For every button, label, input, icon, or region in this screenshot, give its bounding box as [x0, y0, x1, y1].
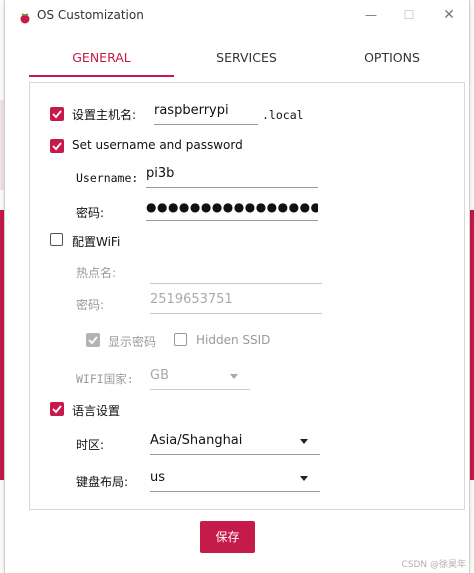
- hidden-ssid-label: Hidden SSID: [196, 333, 271, 347]
- password-label: 密码:: [76, 206, 105, 220]
- keyboard-select[interactable]: us: [150, 467, 320, 492]
- locale-checkbox[interactable]: [50, 402, 64, 416]
- set-user-label: Set username and password: [72, 138, 243, 152]
- wifi-country-value: GB: [150, 368, 169, 383]
- username-label: Username:: [76, 171, 139, 185]
- chevron-down-icon: [300, 476, 308, 481]
- wifi-password-label: 密码:: [76, 298, 105, 312]
- active-tab-indicator: [29, 75, 174, 77]
- window-title: OS Customization: [37, 8, 144, 22]
- show-password-label: 显示密码: [108, 335, 157, 349]
- save-button[interactable]: 保存: [200, 521, 255, 553]
- hostname-suffix: .local: [262, 108, 304, 122]
- hostname-input[interactable]: raspberrypi: [154, 100, 258, 125]
- set-user-checkbox[interactable]: [50, 139, 64, 153]
- wifi-checkbox[interactable]: [50, 233, 63, 246]
- password-input[interactable]: ●●●●●●●●●●●●●●●●: [146, 196, 318, 221]
- maximize-icon[interactable]: ☐: [397, 6, 421, 24]
- hidden-ssid-checkbox[interactable]: [174, 333, 187, 346]
- ssid-input[interactable]: [150, 259, 322, 284]
- chevron-down-icon: [300, 439, 308, 444]
- hostname-checkbox[interactable]: [50, 107, 64, 121]
- wifi-country-select[interactable]: GB: [150, 365, 250, 390]
- timezone-value: Asia/Shanghai: [150, 433, 243, 448]
- chevron-down-icon: [230, 374, 238, 379]
- tab-options[interactable]: OPTIONS: [319, 40, 465, 76]
- close-icon[interactable]: ✕: [437, 6, 461, 24]
- keyboard-label: 键盘布局:: [76, 475, 129, 489]
- timezone-select[interactable]: Asia/Shanghai: [150, 430, 320, 455]
- tab-general[interactable]: GENERAL: [29, 40, 174, 76]
- keyboard-value: us: [150, 470, 166, 485]
- general-panel: 设置主机名: raspberrypi .local Set username a…: [29, 82, 465, 510]
- wifi-password-input[interactable]: 2519653751: [150, 289, 322, 314]
- hostname-label: 设置主机名:: [72, 108, 137, 122]
- timezone-label: 时区:: [76, 438, 105, 452]
- wifi-label: 配置WiFi: [72, 235, 121, 249]
- watermark: CSDN @徐昊年: [401, 560, 466, 570]
- tab-services[interactable]: SERVICES: [174, 40, 319, 76]
- locale-label: 语言设置: [72, 404, 121, 418]
- raspberry-icon: [19, 9, 31, 24]
- minimize-icon[interactable]: —: [359, 6, 383, 24]
- ssid-label: 热点名:: [76, 266, 117, 280]
- wifi-country-label: WIFI国家:: [76, 372, 134, 386]
- os-customization-dialog: OS Customization — ☐ ✕ GENERAL SERVICES …: [4, 0, 470, 573]
- tab-bar: GENERAL SERVICES OPTIONS: [29, 40, 465, 78]
- show-password-checkbox[interactable]: [86, 333, 100, 347]
- username-input[interactable]: pi3b: [146, 163, 318, 188]
- title-bar: OS Customization — ☐ ✕: [5, 0, 469, 30]
